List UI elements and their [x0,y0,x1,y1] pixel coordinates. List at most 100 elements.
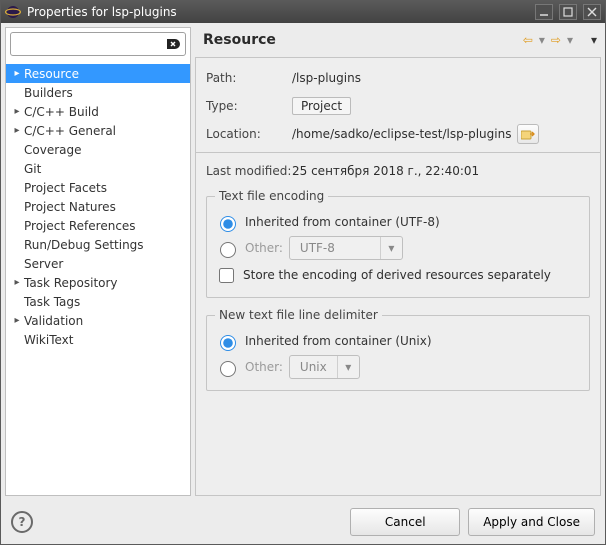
apply-close-button[interactable]: Apply and Close [468,508,595,536]
encoding-other-radio[interactable] [220,242,236,258]
type-value: Project [292,97,351,115]
sidebar-item-task-tags[interactable]: Task Tags [6,292,190,311]
chevron-down-icon: ▾ [380,237,402,259]
encoding-other-label: Other: [245,241,283,255]
encoding-inherited-radio[interactable] [220,216,236,232]
sidebar-item-project-natures[interactable]: Project Natures [6,197,190,216]
filter-input-wrap [10,32,186,56]
path-label: Path: [206,71,292,85]
store-derived-row: Store the encoding of derived resources … [215,263,581,287]
sidebar-item-label: Run/Debug Settings [24,238,144,252]
back-menu-icon[interactable]: ▾ [539,33,545,47]
type-row: Type: Project [206,94,590,118]
sidebar-item-c-c-general[interactable]: ▸C/C++ General [6,121,190,140]
chevron-down-icon: ▾ [337,356,359,378]
delimiter-other-value: Unix [290,360,337,374]
sidebar-item-validation[interactable]: ▸Validation [6,311,190,330]
store-derived-checkbox[interactable] [219,268,234,283]
show-in-system-explorer-button[interactable] [517,124,539,144]
eclipse-icon [5,5,21,19]
help-button[interactable]: ? [11,511,33,533]
encoding-other-row: Other: UTF-8 ▾ [215,235,581,261]
sidebar-item-label: Project Natures [24,200,116,214]
delimiter-inherited-row: Inherited from container (Unix) [215,328,581,354]
content-header: Resource ⇦ ▾ ⇨ ▾ ▾ [195,27,601,57]
encoding-group: Text file encoding Inherited from contai… [206,189,590,298]
tree-twisty-icon[interactable]: ▸ [10,68,24,79]
sidebar-item-git[interactable]: Git [6,159,190,178]
encoding-inherited-label: Inherited from container (UTF-8) [245,215,440,229]
delimiter-group: New text file line delimiter Inherited f… [206,308,590,391]
modified-row: Last modified: 25 сентября 2018 г., 22:4… [206,159,590,183]
sidebar-item-run-debug-settings[interactable]: Run/Debug Settings [6,235,190,254]
type-label: Type: [206,99,292,113]
tree-twisty-icon[interactable]: ▸ [10,315,24,326]
encoding-legend: Text file encoding [215,189,328,203]
sidebar-item-server[interactable]: Server [6,254,190,273]
delimiter-inherited-label: Inherited from container (Unix) [245,334,432,348]
maximize-button[interactable] [559,4,577,20]
titlebar: Properties for lsp-plugins [1,1,605,23]
delimiter-inherited-radio[interactable] [220,335,236,351]
tree-twisty-icon[interactable]: ▸ [10,106,24,117]
delimiter-other-combo[interactable]: Unix ▾ [289,355,360,379]
sidebar-item-wikitext[interactable]: WikiText [6,330,190,349]
encoding-other-value: UTF-8 [290,241,380,255]
properties-dialog: Properties for lsp-plugins ▸ResourceBuil… [0,0,606,545]
page-title: Resource [203,32,523,48]
sidebar-item-label: Builders [24,86,73,100]
sidebar-item-project-references[interactable]: Project References [6,216,190,235]
encoding-other-combo[interactable]: UTF-8 ▾ [289,236,403,260]
resource-panel: Path: /lsp-plugins Type: Project Locatio… [195,57,601,496]
sidebar-item-label: Task Tags [24,295,80,309]
dialog-footer: ? Cancel Apply and Close [1,500,605,544]
sidebar-item-c-c-build[interactable]: ▸C/C++ Build [6,102,190,121]
content-area: Resource ⇦ ▾ ⇨ ▾ ▾ Path: /lsp-plugins Ty… [195,27,601,496]
location-label: Location: [206,127,292,141]
cancel-button[interactable]: Cancel [350,508,460,536]
sidebar-item-label: Git [24,162,41,176]
window-title: Properties for lsp-plugins [27,5,529,19]
header-nav: ⇦ ▾ ⇨ ▾ ▾ [523,33,597,47]
sidebar-item-builders[interactable]: Builders [6,83,190,102]
modified-value: 25 сентября 2018 г., 22:40:01 [292,164,479,178]
encoding-inherited-row: Inherited from container (UTF-8) [215,209,581,235]
sidebar-item-label: C/C++ General [24,124,116,138]
dialog-body: ▸ResourceBuilders▸C/C++ Build▸C/C++ Gene… [1,23,605,500]
nav-tree: ▸ResourceBuilders▸C/C++ Build▸C/C++ Gene… [6,60,190,495]
delimiter-other-radio[interactable] [220,361,236,377]
sidebar-item-label: WikiText [24,333,74,347]
sidebar-item-coverage[interactable]: Coverage [6,140,190,159]
tree-twisty-icon[interactable]: ▸ [10,125,24,136]
delimiter-other-label: Other: [245,360,283,374]
location-row: Location: /home/sadko/eclipse-test/lsp-p… [206,122,590,146]
forward-menu-icon[interactable]: ▾ [567,33,573,47]
store-derived-label: Store the encoding of derived resources … [243,268,551,282]
sidebar: ▸ResourceBuilders▸C/C++ Build▸C/C++ Gene… [5,27,191,496]
forward-icon[interactable]: ⇨ [551,33,561,47]
modified-label: Last modified: [206,164,292,178]
sidebar-item-label: C/C++ Build [24,105,99,119]
filter-input[interactable] [11,37,185,51]
sidebar-item-label: Validation [24,314,83,328]
close-button[interactable] [583,4,601,20]
sidebar-item-label: Task Repository [24,276,118,290]
view-menu-icon[interactable]: ▾ [591,33,597,47]
sidebar-item-label: Resource [24,67,79,81]
path-value: /lsp-plugins [292,71,361,85]
location-value: /home/sadko/eclipse-test/lsp-plugins [292,127,511,141]
sidebar-item-label: Project Facets [24,181,107,195]
path-row: Path: /lsp-plugins [206,66,590,90]
delimiter-legend: New text file line delimiter [215,308,382,322]
clear-filter-icon[interactable] [165,36,181,52]
sidebar-item-task-repository[interactable]: ▸Task Repository [6,273,190,292]
delimiter-other-row: Other: Unix ▾ [215,354,581,380]
sidebar-item-resource[interactable]: ▸Resource [6,64,190,83]
minimize-button[interactable] [535,4,553,20]
sidebar-item-label: Coverage [24,143,82,157]
tree-twisty-icon[interactable]: ▸ [10,277,24,288]
sidebar-item-project-facets[interactable]: Project Facets [6,178,190,197]
sidebar-item-label: Project References [24,219,136,233]
sidebar-item-label: Server [24,257,63,271]
back-icon[interactable]: ⇦ [523,33,533,47]
